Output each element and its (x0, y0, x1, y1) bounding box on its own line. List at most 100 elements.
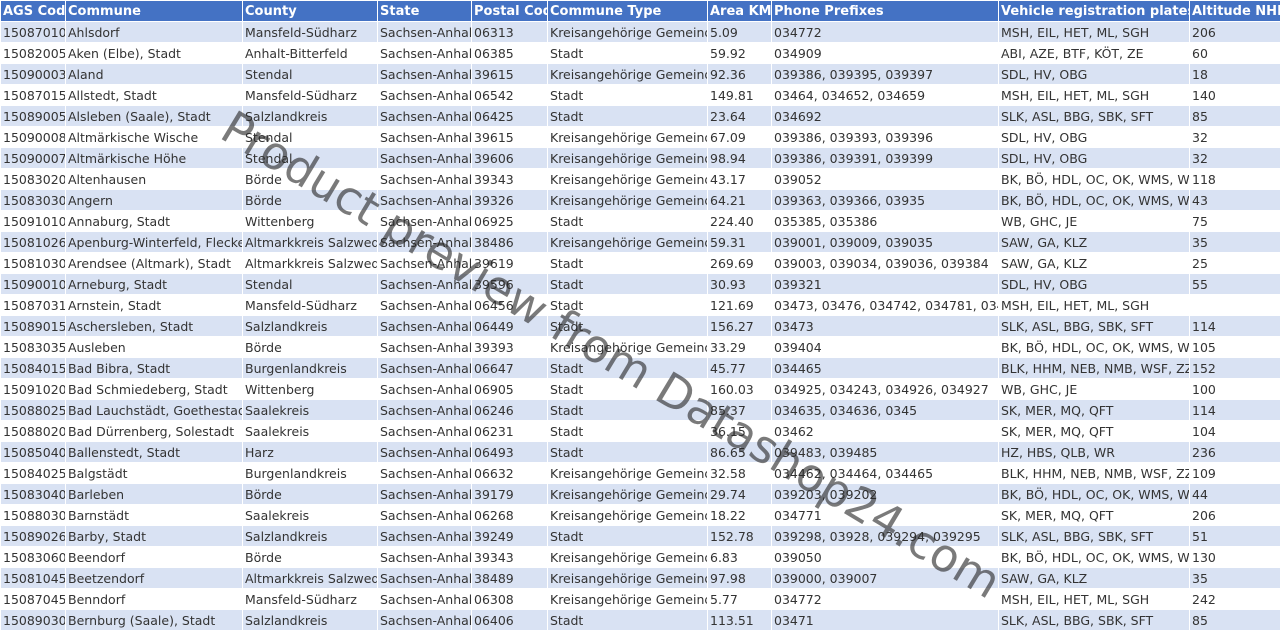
cell-vehicle-plates: BK, BÖ, HDL, OC, OK, WMS, WZL (999, 169, 1190, 190)
cell-altitude-nhn: 25 (1190, 253, 1280, 274)
cell-altitude-nhn: 44 (1190, 484, 1280, 505)
cell-area-km2: 6.83 (708, 547, 772, 568)
cell-commune-type: Stadt (548, 211, 708, 232)
cell-postal-code: 39615 (472, 127, 548, 148)
cell-vehicle-plates: SDL, HV, OBG (999, 148, 1190, 169)
cell-county: Mansfeld-Südharz (243, 85, 378, 106)
cell-phone-prefixes: 039003, 039034, 039036, 039384 (772, 253, 999, 274)
column-header-altitude-nhn: Altitude NHN (1190, 1, 1280, 22)
cell-state: Sachsen-Anhalt (378, 421, 472, 442)
cell-postal-code: 06246 (472, 400, 548, 421)
table-body: 15087010AhlsdorfMansfeld-SüdharzSachsen-… (1, 22, 1280, 631)
cell-vehicle-plates: BK, BÖ, HDL, OC, OK, WMS, WZL (999, 337, 1190, 358)
cell-area-km2: 33.29 (708, 337, 772, 358)
cell-vehicle-plates: SDL, HV, OBG (999, 127, 1190, 148)
cell-state: Sachsen-Anhalt (378, 211, 472, 232)
cell-state: Sachsen-Anhalt (378, 358, 472, 379)
cell-area-km2: 160.03 (708, 379, 772, 400)
cell-state: Sachsen-Anhalt (378, 442, 472, 463)
cell-altitude-nhn: 104 (1190, 421, 1280, 442)
cell-county: Mansfeld-Südharz (243, 295, 378, 316)
table-row: 15091020Bad Schmiedeberg, StadtWittenber… (1, 379, 1280, 400)
cell-ags-code: 15091010 (1, 211, 66, 232)
cell-ags-code: 15083030 (1, 190, 66, 211)
cell-area-km2: 98.94 (708, 148, 772, 169)
cell-area-km2: 85.37 (708, 400, 772, 421)
cell-county: Wittenberg (243, 379, 378, 400)
cell-state: Sachsen-Anhalt (378, 526, 472, 547)
table-row: 15088020Bad Dürrenberg, SolestadtSaalekr… (1, 421, 1280, 442)
cell-commune: Beendorf (66, 547, 243, 568)
cell-altitude-nhn: 75 (1190, 211, 1280, 232)
cell-altitude-nhn: 32 (1190, 148, 1280, 169)
cell-area-km2: 149.81 (708, 85, 772, 106)
table-row: 15091010Annaburg, StadtWittenbergSachsen… (1, 211, 1280, 232)
cell-county: Börde (243, 169, 378, 190)
cell-vehicle-plates: SLK, ASL, BBG, SBK, SFT (999, 526, 1190, 547)
cell-altitude-nhn: 51 (1190, 526, 1280, 547)
cell-phone-prefixes: 039483, 039485 (772, 442, 999, 463)
cell-state: Sachsen-Anhalt (378, 148, 472, 169)
cell-altitude-nhn: 114 (1190, 316, 1280, 337)
table-row: 15089030Bernburg (Saale), StadtSalzlandk… (1, 610, 1280, 631)
table-row: 15084015Bad Bibra, StadtBurgenlandkreisS… (1, 358, 1280, 379)
cell-county: Altmarkkreis Salzwedel (243, 232, 378, 253)
cell-postal-code: 39606 (472, 148, 548, 169)
cell-state: Sachsen-Anhalt (378, 379, 472, 400)
cell-postal-code: 39343 (472, 169, 548, 190)
cell-county: Salzlandkreis (243, 106, 378, 127)
cell-vehicle-plates: SK, MER, MQ, QFT (999, 400, 1190, 421)
cell-phone-prefixes: 039386, 039395, 039397 (772, 64, 999, 85)
cell-area-km2: 269.69 (708, 253, 772, 274)
cell-area-km2: 23.64 (708, 106, 772, 127)
cell-ags-code: 15089005 (1, 106, 66, 127)
cell-ags-code: 15090007 (1, 148, 66, 169)
table-row: 15088025Bad Lauchstädt, GoethestadtSaale… (1, 400, 1280, 421)
cell-phone-prefixes: 039386, 039391, 039399 (772, 148, 999, 169)
cell-area-km2: 67.09 (708, 127, 772, 148)
cell-county: Saalekreis (243, 505, 378, 526)
cell-postal-code: 06313 (472, 22, 548, 43)
cell-area-km2: 43.17 (708, 169, 772, 190)
cell-vehicle-plates: WB, GHC, JE (999, 379, 1190, 400)
cell-vehicle-plates: SK, MER, MQ, QFT (999, 421, 1190, 442)
cell-vehicle-plates: WB, GHC, JE (999, 211, 1190, 232)
cell-county: Börde (243, 484, 378, 505)
cell-area-km2: 64.21 (708, 190, 772, 211)
cell-commune-type: Kreisangehörige Gemeinde (548, 22, 708, 43)
cell-county: Altmarkkreis Salzwedel (243, 568, 378, 589)
cell-state: Sachsen-Anhalt (378, 169, 472, 190)
cell-commune-type: Kreisangehörige Gemeinde (548, 232, 708, 253)
cell-postal-code: 06231 (472, 421, 548, 442)
cell-postal-code: 39249 (472, 526, 548, 547)
cell-phone-prefixes: 034462, 034464, 034465 (772, 463, 999, 484)
cell-altitude-nhn: 242 (1190, 589, 1280, 610)
cell-phone-prefixes: 034771 (772, 505, 999, 526)
cell-ags-code: 15083060 (1, 547, 66, 568)
cell-area-km2: 152.78 (708, 526, 772, 547)
cell-ags-code: 15085040 (1, 442, 66, 463)
cell-commune-type: Kreisangehörige Gemeinde (548, 169, 708, 190)
cell-commune: Altmärkische Wische (66, 127, 243, 148)
table-row: 15081045BeetzendorfAltmarkkreis Salzwede… (1, 568, 1280, 589)
cell-phone-prefixes: 039363, 039366, 03935 (772, 190, 999, 211)
cell-state: Sachsen-Anhalt (378, 547, 472, 568)
cell-ags-code: 15090008 (1, 127, 66, 148)
cell-altitude-nhn: 85 (1190, 610, 1280, 631)
cell-state: Sachsen-Anhalt (378, 190, 472, 211)
table-row: 15087010AhlsdorfMansfeld-SüdharzSachsen-… (1, 22, 1280, 43)
table-row: 15083040BarlebenBördeSachsen-Anhalt39179… (1, 484, 1280, 505)
cell-county: Stendal (243, 64, 378, 85)
table-row: 15089026Barby, StadtSalzlandkreisSachsen… (1, 526, 1280, 547)
cell-phone-prefixes: 034772 (772, 589, 999, 610)
table-row: 15090003AlandStendalSachsen-Anhalt39615K… (1, 64, 1280, 85)
cell-ags-code: 15089026 (1, 526, 66, 547)
cell-altitude-nhn: 206 (1190, 505, 1280, 526)
cell-postal-code: 06456 (472, 295, 548, 316)
cell-ags-code: 15081026 (1, 232, 66, 253)
cell-ags-code: 15083040 (1, 484, 66, 505)
cell-commune-type: Kreisangehörige Gemeinde (548, 589, 708, 610)
cell-postal-code: 06925 (472, 211, 548, 232)
cell-state: Sachsen-Anhalt (378, 64, 472, 85)
cell-postal-code: 06542 (472, 85, 548, 106)
